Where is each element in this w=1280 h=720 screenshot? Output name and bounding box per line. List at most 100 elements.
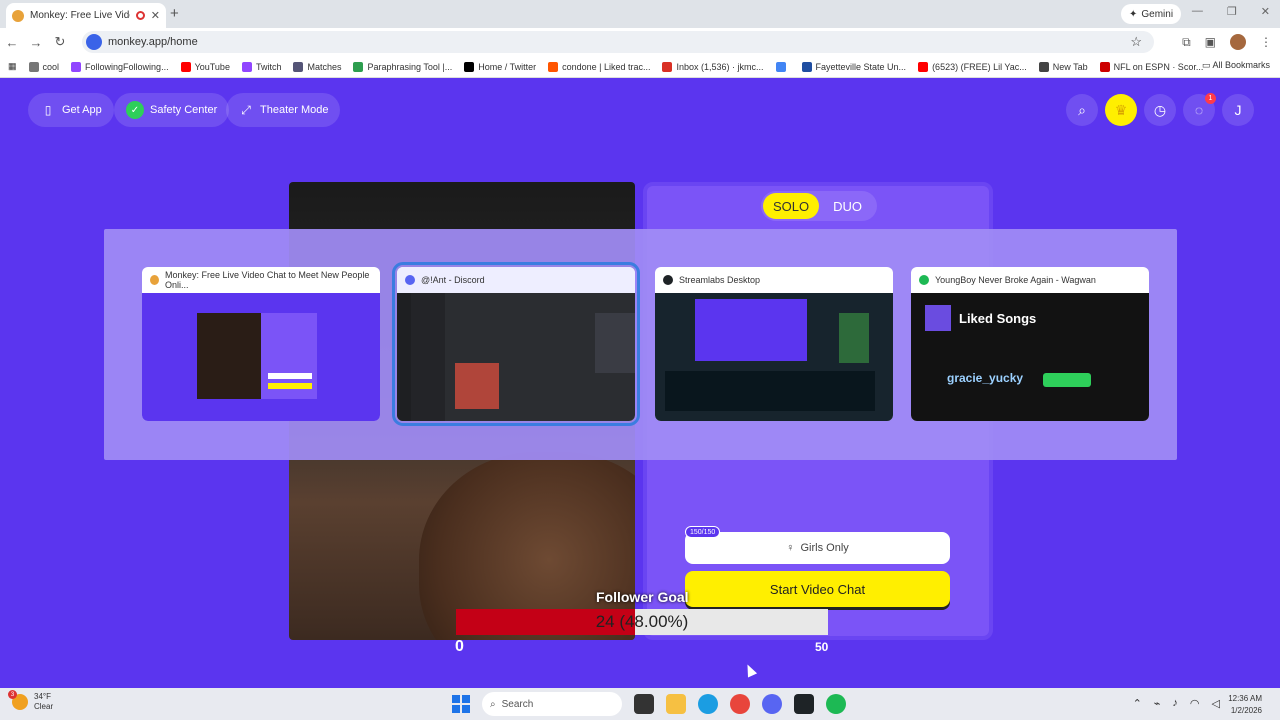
bookmark-item[interactable]: cool	[28, 61, 59, 72]
chrome-icon[interactable]	[730, 694, 750, 714]
safety-center-label: Safety Center	[150, 104, 218, 116]
bookmark-label: Matches	[307, 61, 342, 72]
mode-duo[interactable]: DUO	[823, 193, 872, 219]
url-text[interactable]: monkey.app/home	[108, 36, 1130, 48]
restore-icon[interactable]: ❐	[1227, 5, 1237, 18]
network-icon[interactable]: ⌁	[1154, 697, 1161, 710]
forward-icon[interactable]: →	[24, 35, 48, 50]
bookmark-favicon-icon	[180, 61, 191, 72]
window-thumbnail	[397, 293, 635, 421]
bookmark-item[interactable]: FollowingFollowing...	[71, 61, 169, 72]
all-bookmarks-label: All Bookmarks	[1212, 60, 1270, 70]
bookmark-item[interactable]: Matches	[293, 61, 342, 72]
taskbar-search[interactable]: ⌕ Search	[482, 692, 622, 716]
bookmark-item[interactable]: (6523) (FREE) Lil Yac...	[918, 61, 1027, 72]
window-title: Streamlabs Desktop	[679, 275, 761, 285]
bookmark-item[interactable]	[775, 61, 790, 72]
all-bookmarks[interactable]: ▭ All Bookmarks	[1202, 60, 1270, 71]
bookmark-favicon-icon	[918, 61, 929, 72]
extensions-icon[interactable]: ⧉	[1182, 35, 1191, 50]
premium-button[interactable]: ♛	[1105, 94, 1137, 126]
window-title: Monkey: Free Live Video Chat to Meet New…	[164, 270, 370, 290]
start-video-chat-button[interactable]: Start Video Chat	[685, 571, 950, 607]
bookmark-item[interactable]: New Tab	[1038, 61, 1088, 72]
phone-icon: ▯	[44, 103, 52, 117]
gemini-button[interactable]: ✦ Gemini	[1121, 4, 1182, 24]
girls-only-button[interactable]: ♀ Girls Only	[685, 532, 950, 564]
bookmark-label: Twitch	[255, 61, 282, 72]
bookmark-label: condone | Liked trac...	[562, 61, 651, 72]
chrome-icon	[150, 275, 159, 285]
start-icon[interactable]	[452, 695, 470, 713]
switcher-window-streamlabs[interactable]: Streamlabs Desktop	[655, 267, 893, 421]
get-app-label: Get App	[62, 104, 102, 116]
bookmark-item[interactable]: YouTube	[180, 61, 230, 72]
apps-grid-icon[interactable]: ▦	[8, 61, 17, 72]
tab-search-icon[interactable]: ▣	[1205, 35, 1216, 49]
monkey-page: ▯ Get App ✓ Safety Center ⤢ Theater Mode…	[0, 79, 1280, 688]
safety-center-button[interactable]: ✓ Safety Center	[114, 93, 230, 127]
minimize-icon[interactable]: —	[1192, 5, 1203, 18]
spotify-overlay-name: gracie_yucky	[947, 371, 1024, 385]
bookmark-favicon-icon	[71, 61, 82, 72]
profile-avatar[interactable]	[1230, 34, 1246, 50]
monkey-favicon-icon	[12, 9, 24, 22]
bookmark-favicon-icon	[548, 61, 559, 72]
tab-title: Monkey: Free Live Video Chat to Meet New…	[30, 10, 130, 21]
back-icon[interactable]: ←	[0, 35, 24, 50]
toolbar-icons: ⧉ ▣ ⋮	[1182, 34, 1272, 50]
spotify-heading: Liked Songs	[959, 311, 1037, 326]
bookmark-item[interactable]: Home / Twitter	[464, 61, 536, 72]
task-view-icon[interactable]	[634, 694, 654, 714]
streamlabs-icon[interactable]	[794, 694, 814, 714]
reload-icon[interactable]: ↻	[48, 34, 72, 50]
bookmark-item[interactable]: Inbox (1,536) · jkmc...	[662, 61, 764, 72]
theater-mode-button[interactable]: ⤢ Theater Mode	[226, 93, 341, 127]
gender-filter-icon: ♀	[786, 542, 795, 554]
browser-tab-bar: Monkey: Free Live Video Chat to Meet New…	[0, 0, 1280, 28]
search-icon: ⌕	[1078, 101, 1086, 118]
file-explorer-icon[interactable]	[666, 694, 686, 714]
bookmark-item[interactable]: Paraphrasing Tool |...	[353, 61, 453, 72]
wifi-icon[interactable]: ◠	[1190, 697, 1200, 710]
switcher-window-spotify[interactable]: YoungBoy Never Broke Again - Wagwan Like…	[911, 267, 1149, 421]
bookmark-item[interactable]: condone | Liked trac...	[548, 61, 651, 72]
close-tab-icon[interactable]: ✕	[151, 9, 160, 22]
history-button[interactable]: ◷	[1144, 94, 1176, 126]
bookmark-favicon-icon	[464, 61, 475, 72]
bookmark-label: YouTube	[194, 61, 230, 72]
get-app-button[interactable]: ▯ Get App	[28, 93, 114, 127]
menu-icon[interactable]: ⋮	[1260, 35, 1272, 49]
microphone-icon[interactable]: ♪	[1172, 697, 1178, 710]
shield-icon: ✓	[126, 101, 144, 119]
search-button[interactable]: ⌕	[1066, 94, 1098, 126]
window-title: YoungBoy Never Broke Again - Wagwan	[935, 275, 1096, 285]
mode-solo[interactable]: SOLO	[763, 193, 820, 219]
avatar[interactable]: J	[1222, 94, 1254, 126]
bookmark-item[interactable]: Twitch	[241, 61, 282, 72]
close-window-icon[interactable]: ✕	[1261, 5, 1270, 18]
weather-widget[interactable]: 3 34°F Clear	[8, 690, 53, 712]
browser-tab[interactable]: Monkey: Free Live Video Chat to Meet New…	[6, 3, 166, 28]
switcher-window-monkey[interactable]: Monkey: Free Live Video Chat to Meet New…	[142, 267, 380, 421]
site-info-icon[interactable]	[86, 34, 102, 50]
mouse-cursor	[742, 662, 758, 678]
chat-icon: ◌	[1194, 102, 1204, 118]
clock[interactable]: 12:36 AM 1/2/2026	[1228, 693, 1262, 717]
discord-icon[interactable]	[762, 694, 782, 714]
follower-goal-label: Follower Goal	[596, 589, 689, 605]
bookmark-star-icon[interactable]: ☆	[1130, 34, 1142, 50]
bookmark-item[interactable]: NFL on ESPN · Scor...	[1099, 61, 1203, 72]
chevron-up-icon[interactable]: ⌃	[1133, 697, 1142, 710]
weather-badge: 3	[8, 690, 17, 699]
new-tab-button[interactable]: +	[170, 5, 179, 22]
url-field[interactable]: monkey.app/home ☆	[82, 31, 1154, 53]
clock-date: 1/2/2026	[1230, 706, 1262, 715]
volume-icon[interactable]: ◁	[1212, 697, 1220, 710]
spotify-icon[interactable]	[826, 694, 846, 714]
edge-icon[interactable]	[698, 694, 718, 714]
bookmark-item[interactable]: Fayetteville State Un...	[801, 61, 906, 72]
window-thumbnail	[655, 293, 893, 421]
switcher-window-discord[interactable]: @!Ant - Discord	[392, 262, 640, 426]
bookmark-label: Paraphrasing Tool |...	[367, 61, 453, 72]
